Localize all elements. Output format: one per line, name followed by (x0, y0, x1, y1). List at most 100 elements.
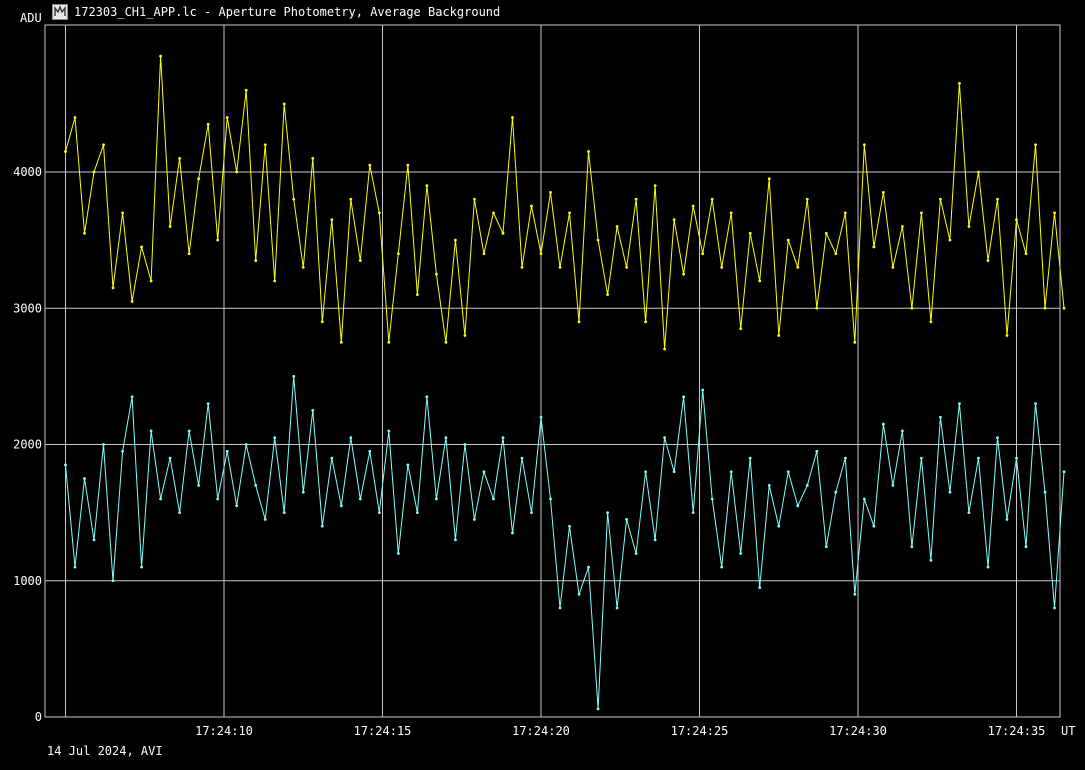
series-1-point (891, 265, 895, 269)
series-2-point (244, 443, 248, 446)
series-1-point (216, 238, 220, 242)
series-1-point (558, 265, 562, 269)
series-2-point (587, 565, 590, 569)
series-2-point (330, 456, 334, 460)
series-2-point (1062, 470, 1066, 474)
series-1-point (568, 211, 571, 215)
x-tick-label: 17:24:20 (512, 724, 570, 738)
series-1-point (159, 54, 163, 58)
x-tick-label: 17:24:10 (195, 724, 253, 738)
series-1-point (1015, 218, 1018, 222)
series-2-point (292, 374, 296, 378)
series-2-point (834, 490, 838, 494)
series-2-point (872, 524, 876, 528)
series-1-point (862, 143, 866, 147)
series-1-point (758, 279, 762, 283)
series-2-point (815, 449, 819, 453)
series-1-line (65, 56, 1065, 350)
series-2-point (606, 511, 609, 515)
series-1-point (996, 197, 999, 201)
series-1-point (853, 340, 857, 344)
series-1-point (729, 211, 733, 215)
series-2-point (83, 477, 86, 480)
series-1-point (977, 170, 980, 174)
series-1-point (1005, 334, 1009, 337)
x-tick-label: 17:24:15 (354, 724, 412, 738)
series-1-point (273, 279, 277, 283)
series-1-point (111, 286, 115, 290)
series-1-point (368, 163, 372, 167)
series-1-point (92, 170, 96, 174)
series-1-point (530, 204, 533, 208)
series-1-point (786, 238, 790, 242)
series-2-point (111, 579, 115, 583)
series-2-point (301, 490, 305, 494)
series-1-point (83, 231, 86, 235)
series-2-point (777, 524, 781, 528)
series-1-point (168, 225, 172, 228)
series-1-point (482, 252, 486, 256)
series-2-point (625, 518, 628, 521)
series-1-point (64, 150, 67, 153)
series-2-point (1053, 606, 1056, 610)
series-1-point (815, 306, 819, 310)
series-2-point (986, 565, 990, 569)
series-1-point (330, 218, 334, 222)
series-1-point (577, 320, 581, 324)
series-1-point (197, 177, 201, 181)
series-2-point (159, 497, 163, 501)
series-2-point (1015, 456, 1018, 460)
series-2-point (454, 538, 457, 542)
series-1-point (301, 265, 305, 269)
y-tick-label: 2000 (13, 438, 42, 452)
series-1-point (377, 211, 381, 215)
series-2-point (92, 538, 96, 542)
series-1-point (606, 293, 609, 297)
series-1-point (1024, 252, 1028, 256)
series-2-point (796, 504, 800, 508)
series-1-point (130, 300, 134, 303)
series-2-point (282, 511, 286, 515)
series-1-point (178, 156, 182, 160)
series-2-point (939, 415, 942, 419)
series-2-point (977, 456, 980, 460)
series-2-point (187, 429, 191, 433)
series-1-point (320, 320, 324, 324)
y-axis-label: ADU (20, 11, 42, 25)
series-1-point (948, 238, 952, 242)
series-2-point (463, 443, 467, 446)
series-2-point (967, 511, 971, 515)
series-1-point (121, 211, 124, 215)
x-tick-label: 17:24:30 (829, 724, 887, 738)
series-1-point (872, 245, 876, 249)
series-2-point (225, 449, 229, 453)
series-1-point (1053, 211, 1056, 215)
series-1-point (463, 334, 467, 337)
series-1-point (244, 88, 248, 92)
series-2-point (235, 504, 239, 508)
series-1-point (929, 320, 933, 324)
series-2-point (216, 497, 220, 501)
series-1-point (920, 211, 923, 215)
series-2-point (511, 531, 514, 535)
series-1-point (225, 116, 229, 119)
series-1-point (596, 238, 600, 242)
series-2-point (682, 395, 686, 399)
series-2-point (406, 463, 410, 467)
series-2-point (634, 552, 638, 555)
series-2-point (862, 497, 866, 501)
series-1-point (434, 272, 438, 276)
series-2-point (891, 483, 895, 487)
series-2-point (568, 524, 571, 528)
series-2-point (178, 511, 182, 515)
y-tick-label: 4000 (13, 165, 42, 179)
series-2-point (805, 483, 809, 487)
series-2-point (396, 552, 400, 555)
series-1-point (587, 150, 590, 153)
series-2-point (492, 497, 495, 501)
series-1-point (396, 252, 400, 256)
series-2-point (672, 470, 676, 474)
series-2-point (168, 456, 172, 460)
series-2-point (130, 395, 134, 399)
series-1-point (701, 252, 705, 256)
